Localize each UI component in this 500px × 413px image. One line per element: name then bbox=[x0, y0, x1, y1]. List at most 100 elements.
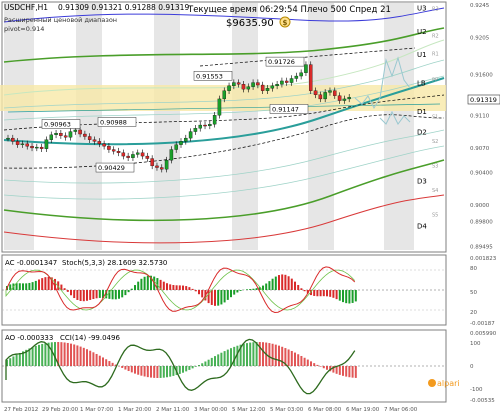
ao-bar bbox=[70, 343, 72, 366]
ao-bar bbox=[204, 361, 207, 366]
pivot-s4: S4 bbox=[432, 188, 438, 194]
ac-bar bbox=[255, 288, 258, 290]
ao-axis-label: 100 bbox=[470, 341, 481, 347]
ao-bar bbox=[297, 354, 300, 366]
ao-bar bbox=[210, 357, 213, 366]
ac-bar bbox=[114, 290, 117, 300]
candle-body bbox=[116, 151, 121, 153]
ac-bar bbox=[294, 281, 296, 290]
candle-body bbox=[227, 85, 231, 91]
ao-bar bbox=[220, 352, 223, 366]
ac-bar bbox=[166, 283, 168, 290]
ao-axis-label: -0.00535 bbox=[470, 398, 495, 404]
ac-bar bbox=[76, 290, 79, 300]
candle-body bbox=[174, 144, 178, 150]
dollar-badge-icon: $ bbox=[279, 16, 291, 28]
ac-axis-label: -0.00187 bbox=[470, 321, 495, 327]
candle-body bbox=[44, 139, 49, 149]
ao-bar bbox=[294, 352, 296, 366]
pivot-r1: R1 bbox=[432, 51, 439, 57]
price-annotation: 0.90963 bbox=[44, 120, 71, 128]
ac-bar bbox=[271, 278, 274, 290]
ao-bar bbox=[348, 366, 351, 378]
ac-bar bbox=[348, 290, 351, 304]
ac-bar bbox=[175, 285, 178, 290]
level-u2: U2 bbox=[417, 28, 427, 36]
candle-body bbox=[328, 90, 332, 93]
ac-bar bbox=[146, 275, 149, 290]
ao-bar bbox=[63, 342, 66, 366]
candle-body bbox=[73, 129, 78, 132]
ao-bar bbox=[351, 366, 354, 378]
ac-bar bbox=[326, 290, 328, 297]
level-u3: U3 bbox=[417, 4, 427, 12]
price-annotation: 0.91147 bbox=[272, 105, 299, 113]
ao-bar bbox=[207, 359, 210, 366]
candle-body bbox=[160, 167, 164, 170]
level-u1: U1 bbox=[417, 51, 427, 59]
ac-bar bbox=[249, 289, 252, 290]
time-axis-label: 7 Mar 06:00 bbox=[384, 407, 418, 413]
ao-bar bbox=[92, 352, 95, 366]
price-axis-label: 0.9000 bbox=[470, 203, 490, 209]
ao-bar bbox=[300, 355, 303, 366]
ac-bar bbox=[185, 286, 188, 290]
ao-bar bbox=[127, 366, 130, 372]
candle-body bbox=[323, 92, 327, 100]
price-axis-label: 0.89800 bbox=[470, 219, 493, 225]
ac-bar bbox=[162, 281, 165, 290]
candle-body bbox=[236, 82, 241, 85]
ao-bar bbox=[41, 343, 44, 366]
ao-bar bbox=[322, 366, 325, 369]
ao-bar bbox=[162, 366, 165, 378]
ac-bar bbox=[111, 290, 114, 300]
ac-bar bbox=[66, 290, 69, 292]
ac-bar bbox=[82, 290, 85, 302]
session-band bbox=[308, 3, 334, 250]
ac-bar bbox=[265, 283, 268, 290]
ao-bar bbox=[178, 366, 181, 374]
price-axis-label: 0.9205 bbox=[470, 36, 490, 42]
price-annotation: 0.91726 bbox=[268, 58, 295, 66]
ao-bar bbox=[217, 354, 220, 366]
price-axis-label: 0.9245 bbox=[470, 3, 490, 9]
ao-bar bbox=[306, 359, 309, 366]
ao-bar bbox=[38, 344, 40, 366]
ac-bar bbox=[98, 290, 101, 298]
candle-body bbox=[126, 155, 130, 158]
candle-body bbox=[20, 143, 25, 145]
price-axis-label: 0.9110 bbox=[470, 113, 490, 119]
ac-bar bbox=[201, 290, 204, 298]
candle-body bbox=[150, 158, 154, 167]
candle-body bbox=[198, 124, 202, 129]
candle-body bbox=[135, 152, 140, 155]
ao-bar bbox=[191, 366, 194, 369]
ac-bar bbox=[182, 285, 184, 290]
session-band bbox=[154, 3, 180, 250]
level-d1: D1 bbox=[417, 108, 427, 116]
candle-body bbox=[294, 75, 299, 79]
candle-body bbox=[6, 137, 10, 140]
candle-body bbox=[15, 141, 20, 145]
candle-body bbox=[284, 80, 289, 83]
ac-bar bbox=[70, 290, 72, 296]
ac-bar bbox=[191, 288, 194, 290]
ao-bar bbox=[137, 366, 140, 375]
ac-bar bbox=[252, 288, 255, 290]
ao-bar bbox=[105, 359, 108, 366]
trading-chart-window: U3 U2 U1 LB D1 D2 D3 D4 R3 R2 R1 PP S1 S2 S3 S4 S5 0.90… bbox=[0, 0, 500, 413]
info-line-1: Расширенный ценовой диапазон bbox=[4, 16, 117, 24]
ac-bar bbox=[351, 290, 354, 303]
ac-bar bbox=[268, 281, 271, 290]
candle-body bbox=[308, 64, 313, 91]
ao-bar bbox=[124, 366, 127, 370]
candle-body bbox=[212, 115, 217, 125]
ao-bar bbox=[150, 366, 152, 378]
symbol-label: USDCHF,H1 bbox=[4, 3, 48, 12]
level-d4: D4 bbox=[417, 223, 427, 231]
ac-bar bbox=[169, 284, 172, 290]
ao-bar bbox=[342, 366, 344, 376]
ac-bar bbox=[89, 290, 92, 300]
alpari-logo: alpari bbox=[428, 379, 460, 388]
ac-bar bbox=[214, 290, 216, 306]
